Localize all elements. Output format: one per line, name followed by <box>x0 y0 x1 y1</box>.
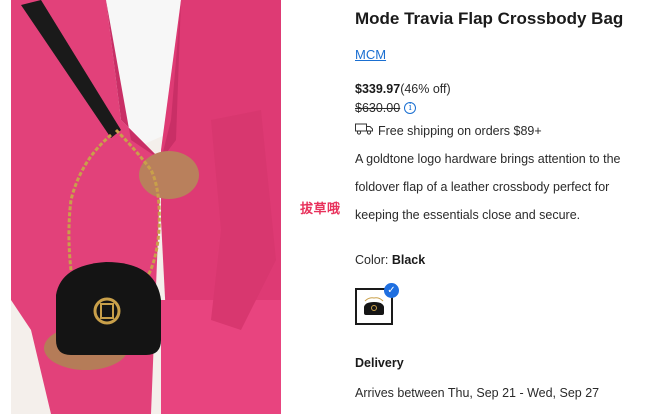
selected-color: Black <box>391 253 426 267</box>
delivery-arrival: Arrives between Thu, Sep 21 - Wed, Sep 2… <box>355 386 600 400</box>
delivery-heading: Delivery <box>355 356 404 370</box>
original-price: $630.00 <box>355 101 401 115</box>
check-icon: ✓ <box>384 283 399 298</box>
truck-icon <box>355 123 373 138</box>
color-label: Color: Black <box>355 253 425 267</box>
brand-link[interactable]: MCM <box>355 47 386 62</box>
shipping-text: Free shipping on orders $89+ <box>378 123 542 138</box>
price-row: $339.97(46% off) <box>355 82 451 96</box>
product-title: Mode Travia Flap Crossbody Bag <box>355 9 624 28</box>
info-icon[interactable]: i <box>404 102 417 114</box>
product-description: A goldtone logo hardware brings attentio… <box>355 152 621 222</box>
sale-price: $339.97 <box>355 82 401 96</box>
shipping-row: Free shipping on orders $89+ <box>355 123 542 138</box>
bag-thumbnail <box>364 296 384 315</box>
promo-annotation: 拔草哦 <box>300 202 341 217</box>
discount-percent: (46% off) <box>400 82 451 96</box>
original-price-row: $630.00 i <box>355 101 417 115</box>
color-label-text: Color: <box>355 253 389 267</box>
color-swatch-black[interactable]: ✓ <box>355 283 399 325</box>
product-image[interactable] <box>11 0 281 414</box>
